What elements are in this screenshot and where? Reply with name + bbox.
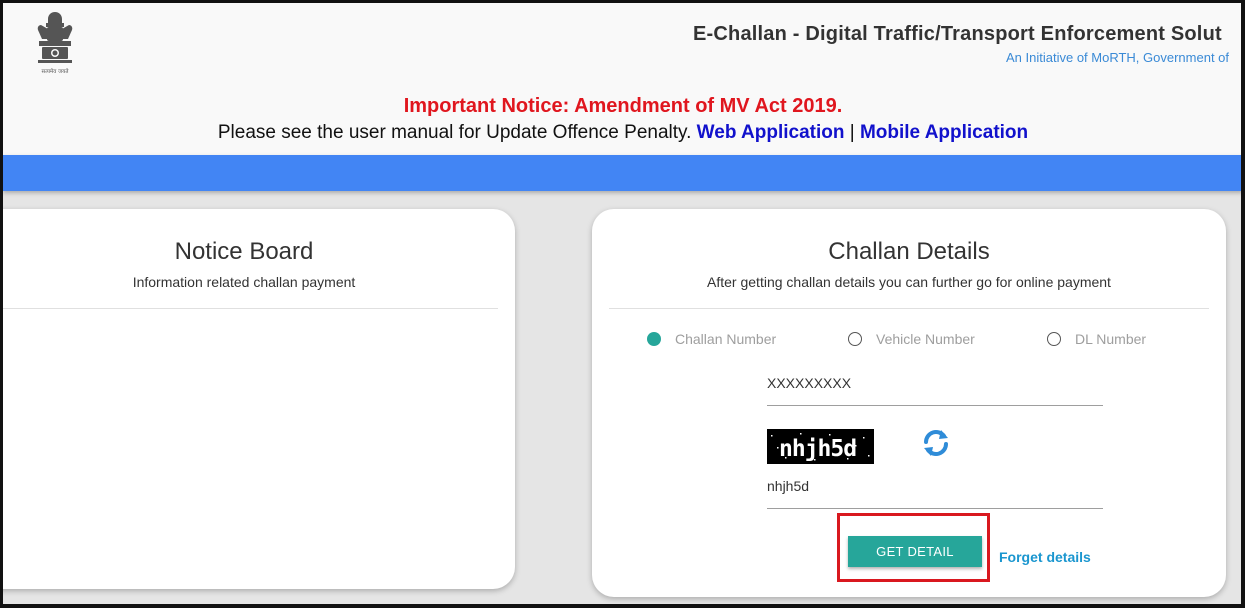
radio-unchecked-indicator[interactable] <box>848 332 862 346</box>
radio-label-dl-number: DL Number <box>1075 331 1147 347</box>
emblem-caption: सत्यमेव जयते <box>41 68 69 75</box>
radio-vehicle-number[interactable]: Vehicle Number <box>848 329 975 349</box>
link-separator: | <box>849 122 855 143</box>
radio-dl-number[interactable]: DL Number <box>1047 329 1146 349</box>
site-title: E-Challan - Digital Traffic/Transport En… <box>693 23 1222 45</box>
notice-board-title: Notice Board <box>174 238 314 265</box>
radio-challan-number[interactable]: Challan Number <box>647 329 776 349</box>
challan-details-card: Challan Details After getting challan de… <box>592 209 1226 597</box>
challan-details-description: After getting challan details you can fu… <box>707 274 1111 290</box>
captcha-image: nhjh5d <box>767 429 874 464</box>
challan-number-input[interactable]: XXXXXXXXX <box>767 375 1103 406</box>
challan-details-title: Challan Details <box>828 238 990 265</box>
challan-details-divider <box>609 308 1209 309</box>
radio-label-challan-number: Challan Number <box>675 331 777 347</box>
national-emblem-icon: सत्यमेव जयते <box>37 12 73 75</box>
notice-board-divider <box>3 308 498 309</box>
forget-details-link[interactable]: Forget details <box>999 549 1091 565</box>
site-subtitle: An Initiative of MoRTH, Government of <box>1006 50 1230 65</box>
radio-checked-indicator[interactable] <box>647 332 661 346</box>
captcha-input[interactable]: nhjh5d <box>767 478 1103 509</box>
radio-unchecked-indicator[interactable] <box>1047 332 1061 346</box>
mobile-application-link[interactable]: Mobile Application <box>860 122 1028 143</box>
important-notice-text: Please see the user manual for Update Of… <box>3 122 1241 144</box>
get-detail-button[interactable]: GET DETAIL <box>848 536 982 567</box>
notice-board-card: Notice Board Information related challan… <box>3 209 515 589</box>
browser-frame: सत्यमेव जयते E-Challan - Digital Traffic… <box>0 0 1245 608</box>
refresh-captcha-icon[interactable] <box>922 429 950 457</box>
notice-board-description: Information related challan payment <box>132 274 356 290</box>
navigation-bar <box>3 155 1241 191</box>
notice-message: Please see the user manual for Update Of… <box>217 122 692 143</box>
web-application-link[interactable]: Web Application <box>697 122 845 143</box>
captcha-text: nhjh5d <box>779 436 856 462</box>
site-header: सत्यमेव जयते E-Challan - Digital Traffic… <box>3 3 1241 155</box>
radio-label-vehicle-number: Vehicle Number <box>876 331 975 347</box>
important-notice-title: Important Notice: Amendment of MV Act 20… <box>403 95 843 117</box>
